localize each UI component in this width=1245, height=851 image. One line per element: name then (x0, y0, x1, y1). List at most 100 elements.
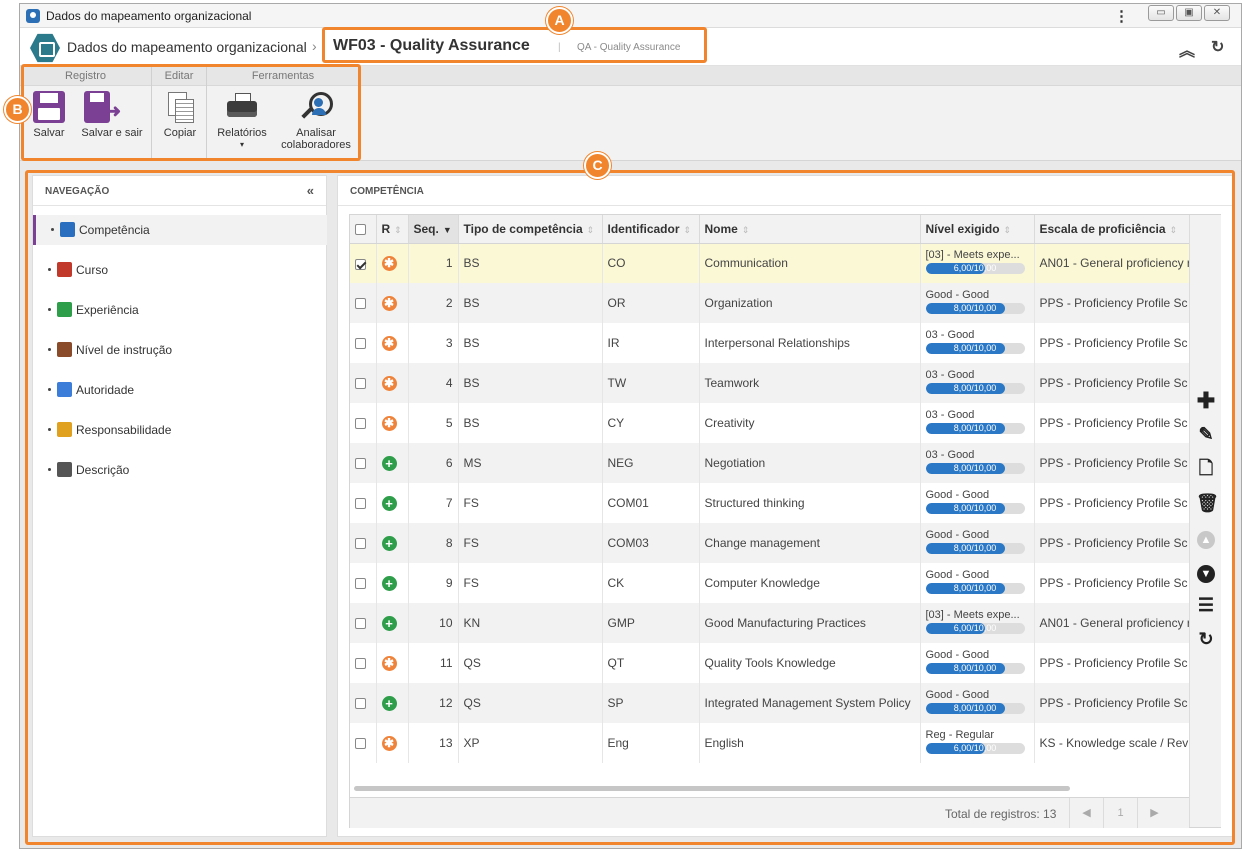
name-cell: Teamwork (699, 363, 921, 403)
reports-button[interactable]: Relatórios ▾ (214, 91, 270, 151)
row-checkbox-cell[interactable] (350, 323, 377, 363)
table-row[interactable]: ✱ 1 BS CO Communication [03] - Meets expe... 6… (350, 243, 1189, 283)
optional-plus-icon: + (381, 575, 397, 591)
row-checkbox-cell[interactable] (350, 363, 377, 403)
collapse-header-icon[interactable]: ︽ (1179, 37, 1195, 61)
table-row[interactable]: ✱ 13 XP Eng English Reg - Regular 6,00/10,00 KS… (350, 723, 1189, 763)
row-checkbox[interactable] (355, 298, 366, 310)
nav-item-responsabilidade[interactable]: Responsabilidade (33, 415, 327, 445)
row-checkbox-cell[interactable] (350, 243, 377, 283)
row-checkbox[interactable] (355, 338, 366, 350)
row-checkbox[interactable] (355, 618, 366, 630)
select-all-checkbox-box[interactable] (355, 224, 366, 236)
nav-item-competência[interactable]: Competência (33, 215, 327, 245)
column-header-type[interactable]: Tipo de competência ⇕ (458, 215, 603, 244)
table-row[interactable]: +6 MS NEG Negotiation 03 - Good 8,00/10,00 PPS… (350, 443, 1189, 483)
page-number[interactable]: 1 (1103, 798, 1137, 828)
level-score: 6,00/10,00 (953, 623, 997, 633)
save-and-exit-button[interactable]: ➜ Salvar e sair (78, 91, 146, 139)
table-row[interactable]: ✱ 2 BS OR Organization Good - Good 8,00/10,00 P… (350, 283, 1189, 323)
bullet (48, 348, 51, 351)
row-checkbox-cell[interactable] (350, 603, 377, 643)
table-row[interactable]: +9 FS CK Computer Knowledge Good - Good 8,00/… (350, 563, 1189, 603)
toolbar-group-labels: Registro Editar Ferramentas (20, 66, 1241, 86)
row-checkbox[interactable] (355, 418, 366, 430)
copy-button[interactable]: Copiar (160, 91, 200, 139)
horizontal-scrollbar[interactable] (354, 786, 1070, 791)
close-button[interactable]: ✕ (1204, 5, 1230, 21)
table-row[interactable]: +12 QS SP Integrated Management System Poli… (350, 683, 1189, 723)
table-row[interactable]: +7 FS COM01 Structured thinking Good - Good 8… (350, 483, 1189, 523)
row-checkbox-cell[interactable] (350, 443, 377, 483)
level-label: Good - Good (925, 529, 990, 541)
collapse-panel-icon[interactable]: « (307, 183, 314, 198)
analyze-collaborators-button[interactable]: Analisar colaboradores (279, 91, 353, 151)
column-header-seq[interactable]: Seq. ▼ (408, 215, 459, 244)
document-info-icon[interactable]: 🗋 (1196, 458, 1216, 478)
nav-item-autoridade[interactable]: Autoridade (33, 375, 327, 405)
printer-icon (226, 91, 258, 123)
row-checkbox[interactable] (355, 538, 366, 550)
row-checkbox[interactable] (355, 658, 366, 670)
move-up-icon[interactable]: ▲ (1196, 527, 1216, 549)
column-header-scale[interactable]: Escala de proficiência ⇕ (1034, 215, 1189, 244)
refresh-grid-icon[interactable]: ↻ (1196, 629, 1216, 649)
table-row[interactable]: ✱ 5 BS CY Creativity 03 - Good 8,00/10,00 PPS -… (350, 403, 1189, 443)
row-checkbox-cell[interactable] (350, 643, 377, 683)
move-down-icon[interactable]: ▼ (1196, 561, 1216, 583)
row-checkbox-cell[interactable] (350, 523, 377, 563)
row-checkbox[interactable] (355, 738, 366, 750)
row-checkbox[interactable] (355, 458, 366, 470)
list-view-icon[interactable]: ☰ (1196, 595, 1216, 615)
maximize-button[interactable]: ▣ (1176, 5, 1202, 21)
row-checkbox-cell[interactable] (350, 683, 377, 723)
name-cell: Change management (699, 523, 921, 563)
row-checkbox[interactable] (355, 698, 366, 710)
toolbar-divider (151, 66, 152, 158)
breadcrumb-root[interactable]: Dados do mapeamento organizacional (67, 39, 307, 55)
required-cell: ✱ (376, 283, 409, 323)
table-row[interactable]: ✱ 4 BS TW Teamwork 03 - Good 8,00/10,00 PPS - P… (350, 363, 1189, 403)
row-checkbox-cell[interactable] (350, 403, 377, 443)
row-checkbox[interactable] (355, 378, 366, 390)
save-button[interactable]: Salvar (30, 91, 68, 139)
column-seq-label: Seq. (413, 221, 439, 236)
app-window: Dados do mapeamento organizacional ⋮ ▭ ▣… (19, 3, 1242, 849)
nav-item-descrição[interactable]: Descrição (33, 455, 327, 485)
column-header-r[interactable]: R ⇕ (376, 215, 409, 244)
edit-icon[interactable]: ✎ (1196, 424, 1216, 444)
row-checkbox[interactable] (355, 258, 366, 270)
level-progress-bar: 8,00/10,00 (925, 383, 1025, 394)
delete-icon[interactable]: 🗑 (1196, 493, 1219, 513)
table-row[interactable]: ✱ 11 QS QT Quality Tools Knowledge Good - Goo… (350, 643, 1189, 683)
more-options-icon[interactable]: ⋮ (1114, 7, 1129, 25)
select-all-checkbox[interactable] (350, 215, 377, 244)
nav-item-experiência[interactable]: Experiência (33, 295, 327, 325)
add-icon[interactable]: ✚ (1196, 390, 1216, 412)
table-row[interactable]: +8 FS COM03 Change management Good - Good 8,0… (350, 523, 1189, 563)
row-checkbox[interactable] (355, 498, 366, 510)
row-checkbox-cell[interactable] (350, 283, 377, 323)
identifier-cell: COM03 (602, 523, 700, 563)
previous-page-button[interactable]: ◀ (1069, 798, 1103, 828)
history-icon (57, 302, 72, 317)
column-header-required-level[interactable]: Nível exigido ⇕ (920, 215, 1035, 244)
column-header-identifier[interactable]: Identificador ⇕ (602, 215, 700, 244)
required-level-cell: Good - Good 8,00/10,00 (920, 483, 1035, 523)
level-score: 6,00/10,00 (953, 743, 997, 753)
column-header-name[interactable]: Nome ⇕ (699, 215, 921, 244)
refresh-icon[interactable]: ↻ (1211, 37, 1224, 57)
row-checkbox[interactable] (355, 578, 366, 590)
nav-item-curso[interactable]: Curso (33, 255, 327, 285)
grid-footer: Total de registros: 13 ◀ 1 ▶ (350, 797, 1189, 828)
minimize-button[interactable]: ▭ (1148, 5, 1174, 21)
row-checkbox-cell[interactable] (350, 563, 377, 603)
scale-cell: PPS - Proficiency Profile Sc (1034, 403, 1189, 443)
row-checkbox-cell[interactable] (350, 723, 377, 763)
row-checkbox-cell[interactable] (350, 483, 377, 523)
next-page-button[interactable]: ▶ (1137, 798, 1171, 828)
nav-item-nível-de-instrução[interactable]: Nível de instrução (33, 335, 327, 365)
table-row[interactable]: +10 KN GMP Good Manufacturing Practices [03]… (350, 603, 1189, 643)
table-row[interactable]: ✱ 3 BS IR Interpersonal Relationships 03 - Go… (350, 323, 1189, 363)
identifier-cell: QT (602, 643, 700, 683)
